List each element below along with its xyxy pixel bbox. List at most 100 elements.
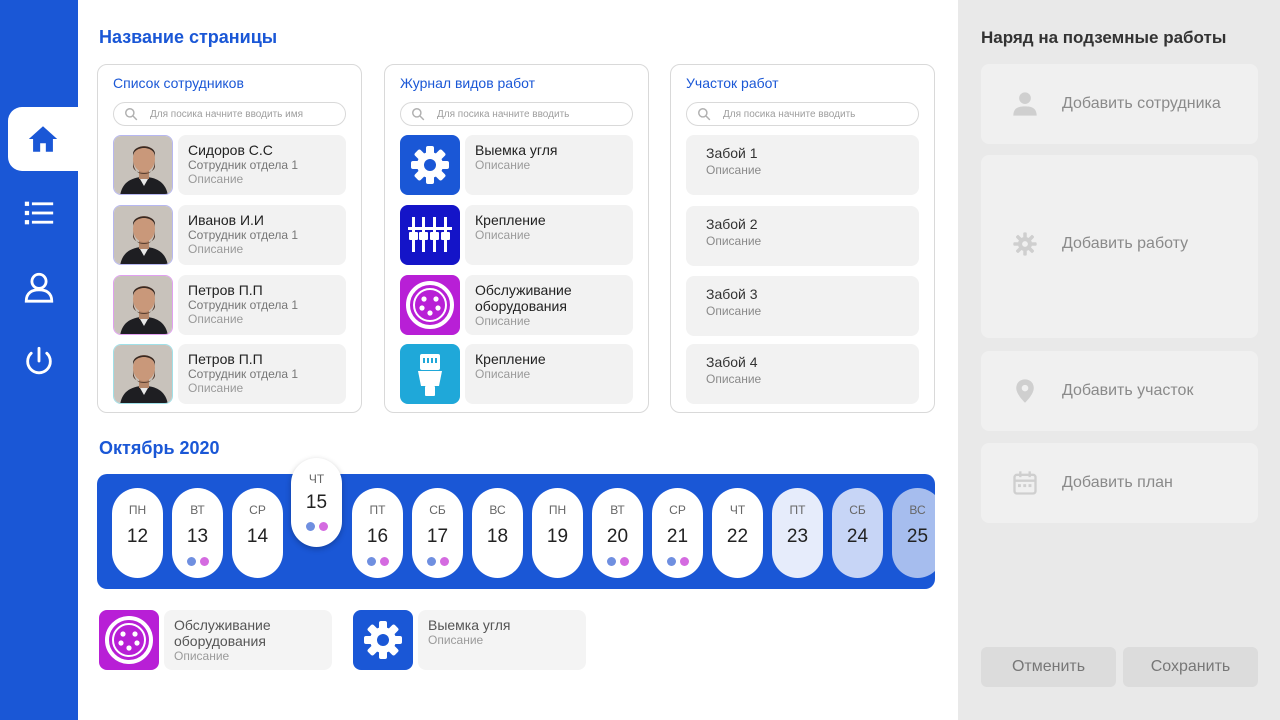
calendar-day[interactable]: СБ 24 <box>832 488 883 578</box>
calendar-month-title: Октябрь 2020 <box>99 438 220 458</box>
work-row[interactable]: Выемка угля Описание <box>400 135 633 195</box>
day-name: СБ <box>849 503 866 517</box>
work-card: Выемка угля Описание <box>418 610 586 670</box>
zone-desc: Описание <box>706 163 762 177</box>
employee-row[interactable]: Петров П.П Сотрудник отдела 1 Описание <box>113 275 346 335</box>
zone-desc: Описание <box>706 372 762 386</box>
add-plan-button[interactable]: Добавить план <box>981 443 1258 523</box>
calendar-day[interactable]: ЧТ 22 <box>712 488 763 578</box>
work-desc: Описание <box>475 228 531 242</box>
day-number: 13 <box>186 526 209 547</box>
calendar-day[interactable]: ВТ 13 <box>172 488 223 578</box>
day-number: 20 <box>606 526 629 547</box>
cancel-button[interactable]: Отменить <box>981 647 1116 687</box>
employee-search-input[interactable]: Для посика начните вводить имя <box>113 102 346 126</box>
work-name: Выемка угля <box>475 142 558 158</box>
day-number: 12 <box>126 526 149 547</box>
avatar <box>113 135 173 195</box>
employee-card: Сидоров С.С Сотрудник отдела 1 Описание <box>178 135 346 195</box>
nav-home[interactable] <box>8 107 78 171</box>
zone-name: Забой 1 <box>706 145 758 161</box>
add-work-button[interactable]: Добавить работу <box>981 155 1258 338</box>
calendar-day[interactable]: СР 21 <box>652 488 703 578</box>
add-work-label: Добавить работу <box>1062 235 1189 252</box>
employee-desc: Описание <box>188 242 244 256</box>
search-placeholder: Для посика начните вводить <box>723 108 856 120</box>
zone-item[interactable]: Забой 4 Описание <box>686 344 919 404</box>
calendar-day[interactable]: ПТ 23 <box>772 488 823 578</box>
scheduled-work-item[interactable]: Выемка угля Описание <box>353 610 586 670</box>
calendar-day[interactable]: ПТ 16 <box>352 488 403 578</box>
employee-role: Сотрудник отдела 1 <box>188 367 299 381</box>
main-content: Название страницы Список сотрудников Для… <box>78 0 958 720</box>
zone-item[interactable]: Забой 3 Описание <box>686 276 919 336</box>
work-card: Обслуживание оборудования Описание <box>164 610 332 670</box>
employee-card: Петров П.П Сотрудник отдела 1 Описание <box>178 344 346 404</box>
power-icon <box>26 346 52 375</box>
nav-profile[interactable] <box>0 255 78 319</box>
calendar-day[interactable]: ПН 19 <box>532 488 583 578</box>
zone-name: Забой 4 <box>706 354 758 370</box>
calendar-day[interactable]: ВС 18 <box>472 488 523 578</box>
plug-icon <box>400 344 460 404</box>
day-name: ВТ <box>190 503 205 517</box>
avatar <box>113 275 173 335</box>
zone-item[interactable]: Забой 2 Описание <box>686 206 919 266</box>
day-number: 22 <box>726 526 749 547</box>
scheduled-work-item[interactable]: Обслуживание оборудования Описание <box>99 610 332 670</box>
calendar-strip: ПН 12 ВТ 13 СР 14 ПТ 16 СБ 17 ВС 18 ПН 19 ВТ 20 … <box>97 474 935 589</box>
work-card: Крепление Описание <box>465 205 633 265</box>
work-row[interactable]: Обслуживание оборудования Описание <box>400 275 633 335</box>
search-icon <box>125 108 138 121</box>
day-number: 19 <box>546 526 569 547</box>
calendar-day[interactable]: ВТ 20 <box>592 488 643 578</box>
day-number: 23 <box>786 526 809 547</box>
nav-list[interactable] <box>0 181 78 245</box>
works-panel: Журнал видов работ Для посика начните вв… <box>384 64 649 413</box>
work-name: Крепление <box>475 212 546 228</box>
save-button[interactable]: Сохранить <box>1123 647 1258 687</box>
day-name: ПН <box>128 503 147 517</box>
employee-row[interactable]: Сидоров С.С Сотрудник отдела 1 Описание <box>113 135 346 195</box>
day-name: ЧТ <box>729 503 746 517</box>
day-number: 25 <box>906 526 929 547</box>
day-name: ПН <box>548 503 567 517</box>
add-zone-label: Добавить участок <box>1062 382 1194 399</box>
add-employee-button[interactable]: Добавить сотрудника <box>981 64 1258 144</box>
employee-name: Петров П.П <box>188 282 263 298</box>
employee-row[interactable]: Петров П.П Сотрудник отдела 1 Описание <box>113 344 346 404</box>
calendar-day[interactable]: ПН 12 <box>112 488 163 578</box>
work-name: Крепление <box>475 351 546 367</box>
work-name: Обслуживание оборудования <box>475 282 572 314</box>
search-icon <box>412 108 425 121</box>
work-row[interactable]: Крепление Описание <box>400 344 633 404</box>
calendar-day[interactable]: СБ 17 <box>412 488 463 578</box>
works-search-input[interactable]: Для посика начните вводить <box>400 102 633 126</box>
add-zone-button[interactable]: Добавить участок <box>981 351 1258 431</box>
nav-logout[interactable] <box>0 329 78 393</box>
zones-search-input[interactable]: Для посика начните вводить <box>686 102 919 126</box>
home-icon <box>28 126 58 152</box>
calendar-day[interactable]: ВС 25 <box>892 488 935 578</box>
work-row[interactable]: Крепление Описание <box>400 205 633 265</box>
person-icon <box>1013 92 1037 116</box>
calendar-day-selected[interactable]: ЧТ 15 <box>291 458 342 547</box>
gear-icon <box>1013 232 1037 256</box>
day-name: ПТ <box>789 503 806 517</box>
day-name: ЧТ <box>308 472 325 486</box>
employee-name: Сидоров С.С <box>188 142 273 158</box>
day-name: ВТ <box>610 503 625 517</box>
event-dots <box>291 522 342 531</box>
socket-icon <box>400 275 460 335</box>
calendar-day[interactable]: СР 14 <box>232 488 283 578</box>
event-dots <box>592 557 643 566</box>
day-name: СР <box>669 503 686 517</box>
add-plan-label: Добавить план <box>1062 474 1173 491</box>
day-number: 15 <box>305 492 328 513</box>
socket-icon <box>99 610 159 670</box>
search-icon <box>698 108 711 121</box>
employee-row[interactable]: Иванов И.И Сотрудник отдела 1 Описание <box>113 205 346 265</box>
zone-item[interactable]: Забой 1 Описание <box>686 135 919 195</box>
zone-desc: Описание <box>706 234 762 248</box>
avatar <box>113 205 173 265</box>
